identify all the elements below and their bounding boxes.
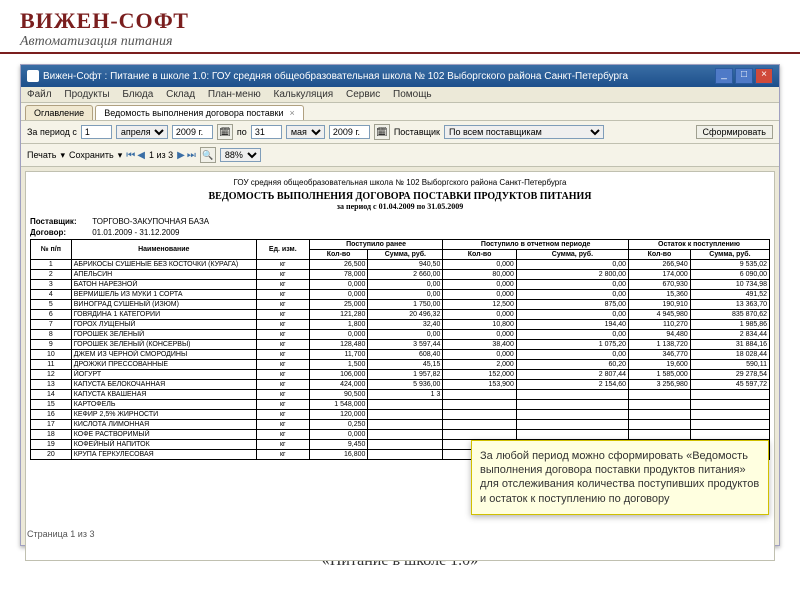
from-year[interactable] [172, 125, 213, 139]
menu-plan[interactable]: План-меню [208, 89, 261, 100]
report-title: ВЕДОМОСТЬ ВЫПОЛНЕНИЯ ДОГОВОРА ПОСТАВКИ П… [30, 191, 770, 202]
menu-calc[interactable]: Калькуляция [274, 89, 334, 100]
menu-warehouse[interactable]: Склад [166, 89, 195, 100]
period-label: За период с [27, 127, 77, 137]
generate-button[interactable]: Сформировать [696, 125, 773, 139]
table-row: 11ДРОЖЖИ ПРЕССОВАННЫЕкг1,50045,152,00060… [31, 360, 770, 370]
tab-report[interactable]: Ведомость выполнения договора поставки× [95, 105, 304, 120]
window-title: Вижен-Софт : Питание в школе 1.0: ГОУ ср… [43, 71, 628, 82]
search-icon[interactable]: 🔍 [200, 147, 216, 163]
brand-title: ВИЖЕН-СОФТ [20, 8, 780, 34]
print-button[interactable]: Печать [27, 150, 56, 160]
menu-products[interactable]: Продукты [64, 89, 109, 100]
save-button[interactable]: Сохранить [69, 150, 114, 160]
table-row: 15КАРТОФЕЛЬкг1 548,000 [31, 400, 770, 410]
table-row: 7ГОРОХ ЛУЩЕНЫЙкг1,80032,4010,800194,4011… [31, 320, 770, 330]
tab-contents[interactable]: Оглавление [25, 105, 93, 120]
table-row: 6ГОВЯДИНА 1 КАТЕГОРИИкг121,28020 496,320… [31, 310, 770, 320]
from-month[interactable]: апреля [116, 125, 168, 139]
table-row: 4ВЕРМИШЕЛЬ ИЗ МУКИ 1 СОРТАкг0,0000,000,0… [31, 290, 770, 300]
report-document: ГОУ средняя общеобразовательная школа № … [30, 178, 770, 460]
table-row: 5ВИНОГРАД СУШЕНЫЙ (ИЗЮМ)кг25,0001 750,00… [31, 300, 770, 310]
close-button[interactable]: × [755, 68, 773, 84]
from-day[interactable] [81, 125, 112, 139]
table-row: 1АБРИКОСЫ СУШЕНЫЕ БЕЗ КОСТОЧКИ (КУРАГА)к… [31, 260, 770, 270]
table-row: 12ЙОГУРТкг106,0001 957,82152,0002 807,44… [31, 370, 770, 380]
tab-bar: Оглавление Ведомость выполнения договора… [21, 103, 779, 121]
nav-next-icon[interactable]: ▶ [177, 150, 185, 161]
period-toolbar: За период с апреля 🗓 по мая 🗓 Поставщик … [21, 121, 779, 144]
table-row: 13КАПУСТА БЕЛОКОЧАННАЯкг424,0005 936,001… [31, 380, 770, 390]
print-toolbar: Печать▾ Сохранить▾ ⏮ ◀ 1 из 3 ▶ ⏭ 🔍 88% [21, 144, 779, 167]
table-row: 10ДЖЕМ ИЗ ЧЕРНОЙ СМОРОДИНЫкг11,700608,40… [31, 350, 770, 360]
menu-service[interactable]: Сервис [346, 89, 380, 100]
nav-last-icon[interactable]: ⏭ [187, 150, 196, 161]
menu-dishes[interactable]: Блюда [122, 89, 153, 100]
to-month[interactable]: мая [286, 125, 325, 139]
table-row: 3БАТОН НАРЕЗНОЙкг0,0000,000,0000,00670,9… [31, 280, 770, 290]
calendar-to-icon[interactable]: 🗓 [374, 124, 390, 140]
nav-prev-icon[interactable]: ◀ [137, 150, 145, 161]
page-footer: Страница 1 из 3 [27, 529, 94, 539]
maximize-button[interactable]: □ [735, 68, 753, 84]
nav-first-icon[interactable]: ⏮ [126, 150, 135, 161]
calendar-from-icon[interactable]: 🗓 [217, 124, 233, 140]
zoom-select[interactable]: 88% [220, 148, 261, 162]
to-year[interactable] [329, 125, 370, 139]
table-row: 2АПЕЛЬСИНкг78,0002 660,0080,0002 800,001… [31, 270, 770, 280]
supplier-select[interactable]: По всем поставщикам [444, 125, 604, 139]
org-name: ГОУ средняя общеобразовательная школа № … [30, 178, 770, 187]
annotation-callout: За любой период можно сформировать «Ведо… [471, 440, 769, 515]
supplier-line: Поставщик: ТОРГОВО-ЗАКУПОЧНАЯ БАЗА [30, 217, 770, 226]
app-icon [27, 70, 39, 82]
table-row: 18КОФЕ РАСТВОРИМЫЙкг0,000 [31, 430, 770, 440]
table-row: 14КАПУСТА КВАШЕНАЯкг90,5001 3 [31, 390, 770, 400]
to-day[interactable] [251, 125, 282, 139]
brand-subtitle: Автоматизация питания [20, 34, 780, 50]
brand-header: ВИЖЕН-СОФТ Автоматизация питания [0, 0, 800, 54]
report-table: № п/п Наименование Ед. изм. Поступило ра… [30, 239, 770, 460]
page-indicator: 1 из 3 [149, 150, 173, 160]
table-row: 9ГОРОШЕК ЗЕЛЕНЫЙ (КОНСЕРВЫ)кг128,4803 59… [31, 340, 770, 350]
report-period: за период с 01.04.2009 по 31.05.2009 [30, 202, 770, 211]
contract-line: Договор: 01.01.2009 - 31.12.2009 [30, 228, 770, 237]
table-row: 8ГОРОШЕК ЗЕЛЕНЫЙкг0,0000,000,0000,0094,4… [31, 330, 770, 340]
menubar: Файл Продукты Блюда Склад План-меню Каль… [21, 87, 779, 103]
tab-close-icon[interactable]: × [289, 108, 294, 118]
app-window: Вижен-Софт : Питание в школе 1.0: ГОУ ср… [20, 64, 780, 546]
supplier-label: Поставщик [394, 127, 440, 137]
titlebar: Вижен-Софт : Питание в школе 1.0: ГОУ ср… [21, 65, 779, 87]
minimize-button[interactable]: _ [715, 68, 733, 84]
menu-help[interactable]: Помощь [393, 89, 432, 100]
table-row: 16КЕФИР 2,5% ЖИРНОСТИкг120,000 [31, 410, 770, 420]
menu-file[interactable]: Файл [27, 89, 52, 100]
table-row: 17КИСЛОТА ЛИМОННАЯкг0,250 [31, 420, 770, 430]
